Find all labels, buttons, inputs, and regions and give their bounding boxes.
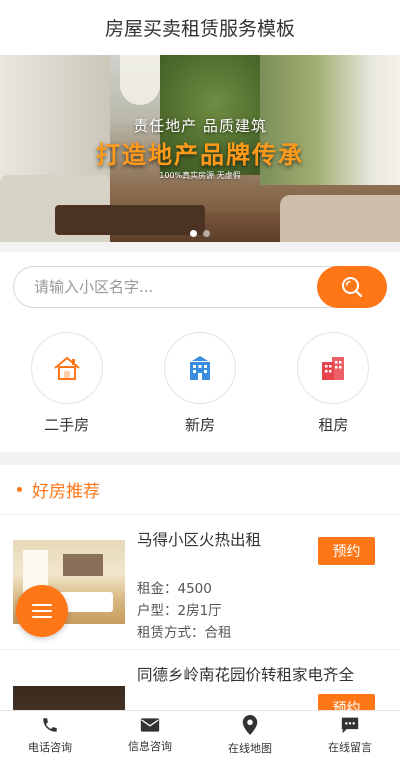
book-button[interactable]: 预约 bbox=[318, 537, 375, 565]
tab-label: 电话咨询 bbox=[28, 741, 72, 754]
search-button[interactable] bbox=[317, 266, 387, 308]
category-nav: 二手房 新房 租房 bbox=[0, 332, 400, 435]
search-input[interactable] bbox=[14, 267, 314, 307]
category-icon-wrap bbox=[163, 332, 236, 404]
tab-info-consult[interactable]: 信息咨询 bbox=[100, 711, 200, 760]
category-new-house[interactable]: 新房 bbox=[133, 332, 266, 435]
listing-rent-type: 租赁方式：合租 bbox=[137, 625, 232, 641]
tab-label: 信息咨询 bbox=[128, 740, 172, 753]
bullet-dot bbox=[17, 487, 22, 492]
listing-layout: 户型：2房1厅 bbox=[137, 603, 222, 619]
menu-icon-line bbox=[32, 616, 52, 618]
apartment-icon bbox=[322, 357, 345, 380]
listing-thumbnail[interactable] bbox=[13, 686, 125, 710]
page-title: 房屋买卖租赁服务模板 bbox=[104, 18, 295, 40]
listing-item[interactable]: 同德乡岭南花园价转租家电齐全 预约 bbox=[0, 650, 400, 710]
book-button[interactable]: 预约 bbox=[318, 694, 375, 710]
search-icon bbox=[342, 277, 363, 298]
menu-fab-button[interactable] bbox=[16, 585, 68, 637]
thumb-artwork bbox=[63, 554, 103, 576]
category-icon-wrap bbox=[30, 332, 103, 404]
category-label: 租房 bbox=[318, 416, 349, 434]
category-label: 新房 bbox=[184, 416, 215, 434]
carousel-dot-1[interactable] bbox=[190, 230, 197, 237]
category-label: 二手房 bbox=[44, 416, 90, 434]
banner-lamp bbox=[120, 55, 160, 105]
mail-icon bbox=[140, 718, 160, 732]
tab-label: 在线留言 bbox=[328, 741, 372, 754]
listing-rent: 租金：4500 bbox=[137, 581, 212, 597]
tab-label: 在线地图 bbox=[228, 742, 272, 755]
tab-online-message[interactable]: 在线留言 bbox=[300, 711, 400, 760]
listing-title[interactable]: 马得小区火热出租 bbox=[137, 528, 261, 550]
message-icon bbox=[341, 717, 359, 734]
app-header: 房屋买卖租赁服务模板 bbox=[0, 0, 400, 55]
section-header: 好房推荐 bbox=[0, 465, 400, 515]
section-title: 好房推荐 bbox=[32, 482, 100, 502]
recommend-section: 好房推荐 马得小区火热出租 租金：4500 户型：2房1厅 租赁方式：合租 预约… bbox=[0, 465, 400, 710]
banner-headline: 打造地产品牌传承 bbox=[96, 141, 304, 169]
category-icon-wrap bbox=[297, 332, 370, 404]
phone-icon bbox=[43, 718, 57, 732]
search-bar bbox=[13, 266, 387, 308]
map-pin-icon bbox=[242, 715, 258, 735]
menu-icon-line bbox=[32, 610, 52, 612]
listing-title[interactable]: 同德乡岭南花园价转租家电齐全 bbox=[137, 663, 354, 685]
carousel-dot-2[interactable] bbox=[203, 230, 210, 237]
menu-icon bbox=[32, 604, 52, 606]
banner-subline: 100%真实房源 无虚假 bbox=[159, 171, 241, 180]
bottom-tab-bar: 电话咨询 信息咨询 在线地图 在线留言 bbox=[0, 710, 400, 760]
category-rent[interactable]: 租房 bbox=[267, 332, 400, 435]
building-icon bbox=[189, 356, 210, 380]
house-icon bbox=[54, 357, 80, 380]
carousel-dots bbox=[0, 230, 400, 237]
search-and-categories: 二手房 新房 bbox=[0, 252, 400, 452]
tab-phone-consult[interactable]: 电话咨询 bbox=[0, 711, 100, 760]
tab-online-map[interactable]: 在线地图 bbox=[200, 711, 300, 760]
category-second-hand[interactable]: 二手房 bbox=[0, 332, 133, 435]
banner-carousel[interactable]: 责任地产 品质建筑 打造地产品牌传承 100%真实房源 无虚假 bbox=[0, 55, 400, 242]
banner-tagline: 责任地产 品质建筑 bbox=[133, 117, 267, 135]
